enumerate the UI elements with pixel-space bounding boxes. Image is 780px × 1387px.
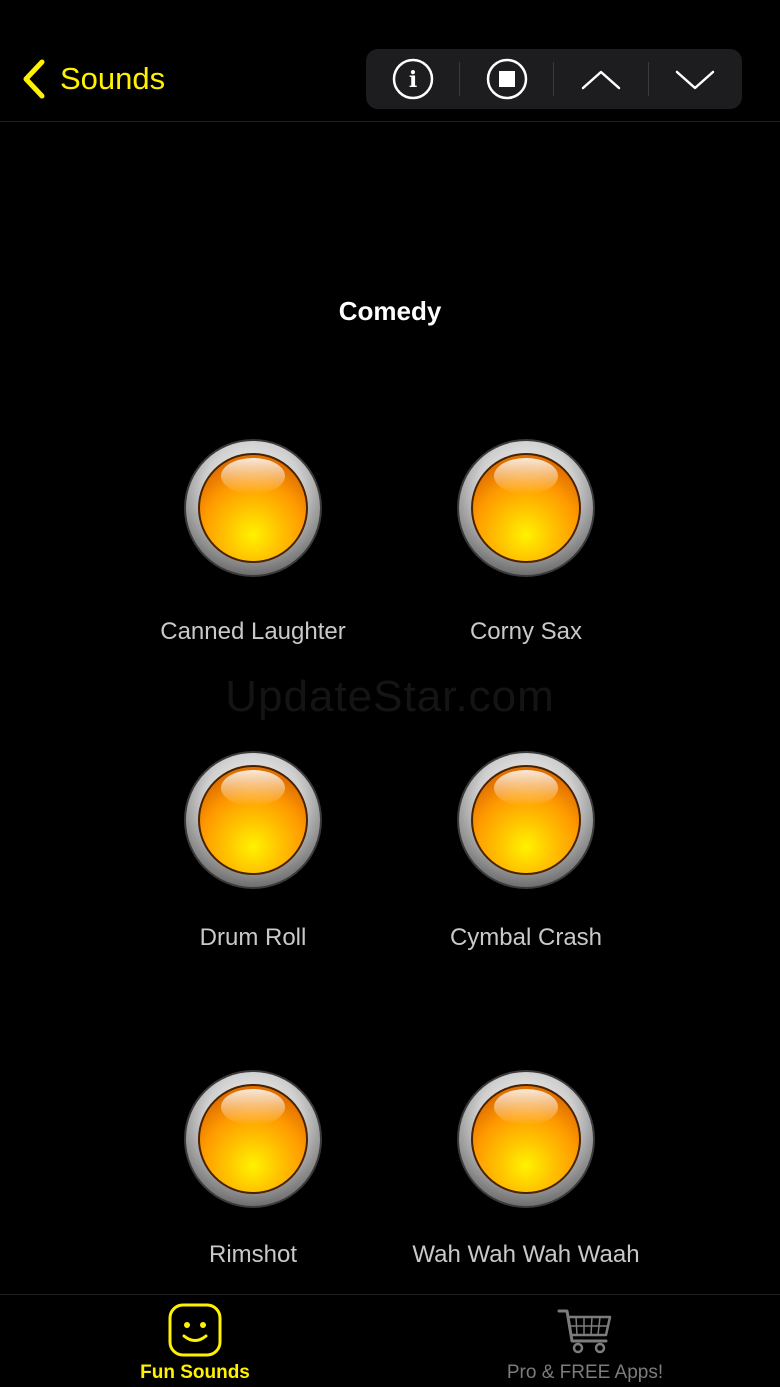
info-circle-icon: i — [392, 58, 433, 100]
tab-fun-sounds[interactable]: Fun Sounds — [0, 1295, 390, 1387]
orange-button-icon — [183, 1069, 323, 1209]
sound-label: Drum Roll — [199, 924, 307, 951]
orange-button-icon — [456, 1069, 596, 1209]
navigation-header: Sounds i — [0, 0, 780, 122]
sound-button-drum-roll[interactable]: Drum Roll — [123, 750, 383, 952]
stop-circle-icon — [486, 58, 528, 100]
shopping-cart-icon — [557, 1309, 612, 1354]
tab-label: Fun Sounds — [140, 1362, 250, 1383]
sound-label: Wah Wah Wah Waah — [412, 1241, 640, 1268]
stop-button[interactable] — [460, 49, 553, 109]
back-button[interactable]: Sounds — [20, 56, 165, 102]
orange-button-icon — [456, 438, 596, 578]
scroll-up-button[interactable] — [554, 49, 647, 109]
toolbar: i — [366, 49, 742, 109]
orange-button-icon — [183, 750, 323, 890]
tab-pro-free-apps[interactable]: Pro & FREE Apps! — [390, 1295, 780, 1387]
sound-label: Corny Sax — [469, 618, 583, 645]
sound-label: Rimshot — [208, 1241, 298, 1268]
tab-label: Pro & FREE Apps! — [506, 1362, 664, 1383]
tab-bar: Fun Sounds Pro & FREE Apps! — [0, 1294, 780, 1387]
orange-button-icon — [183, 438, 323, 578]
sound-button-corny-sax[interactable]: Corny Sax — [396, 438, 656, 646]
chevron-down-icon — [676, 70, 715, 90]
svg-text:i: i — [408, 67, 416, 93]
sound-label: Cymbal Crash — [449, 924, 603, 951]
smiley-face-icon — [168, 1303, 222, 1357]
sounds-screen: Sounds i Comedy UpdateStar.com Canned La… — [0, 0, 780, 1387]
sound-button-canned-laughter[interactable]: Canned Laughter — [123, 438, 383, 646]
orange-button-icon — [456, 750, 596, 890]
section-title: Comedy — [338, 296, 442, 326]
watermark-text: UpdateStar.com — [225, 672, 555, 721]
back-label: Sounds — [60, 61, 166, 96]
chevron-up-icon — [581, 70, 621, 90]
sound-label: Canned Laughter — [160, 618, 346, 645]
sound-button-rimshot[interactable]: Rimshot — [123, 1069, 383, 1269]
scroll-down-button[interactable] — [649, 49, 742, 109]
info-button[interactable]: i — [366, 49, 459, 109]
sound-button-wah-wah[interactable]: Wah Wah Wah Waah — [396, 1069, 656, 1269]
chevron-left-icon — [23, 59, 45, 99]
sound-button-cymbal-crash[interactable]: Cymbal Crash — [396, 750, 656, 952]
